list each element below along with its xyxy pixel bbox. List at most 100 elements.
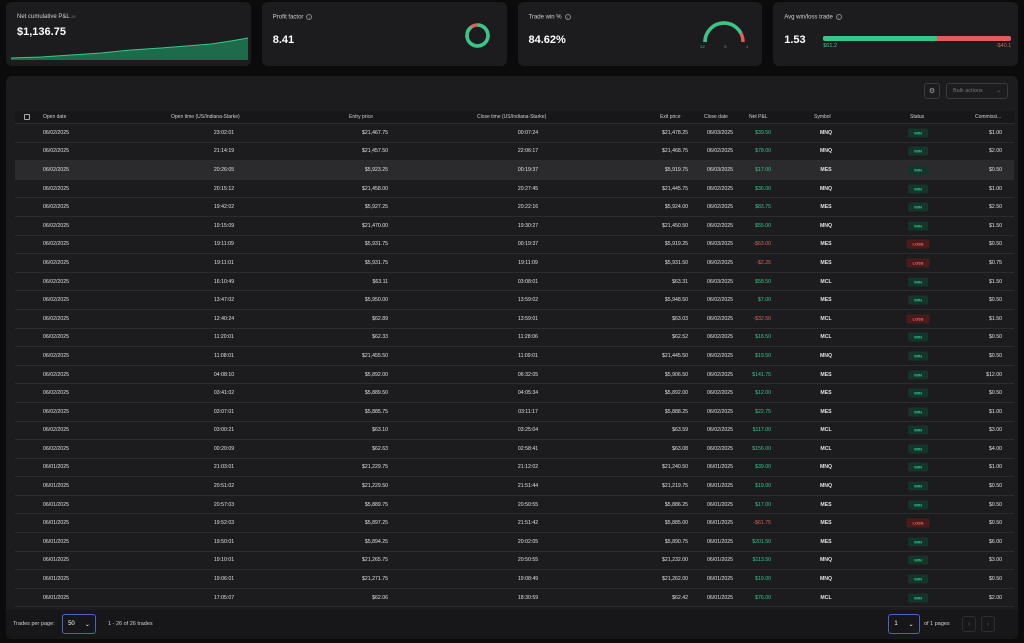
table-row[interactable]: 06/01/2025 17:05:07 $62.06 18:30:59 $62.42 06… bbox=[15, 589, 1014, 608]
per-page-label: Trades per page: bbox=[13, 621, 55, 627]
symbol-cell: MES bbox=[820, 204, 832, 211]
table-row[interactable]: 06/02/2025 19:11:01 $5,931.75 19:11:09 $5,93… bbox=[15, 254, 1014, 273]
status-badge: WIN bbox=[908, 332, 928, 342]
table-row[interactable]: 06/02/2025 13:47:02 $5,950.00 13:59:02 $5,94… bbox=[15, 291, 1014, 310]
close-date-cell: 06/03/2025 bbox=[707, 129, 733, 136]
entry-price-cell: $5,889.75 bbox=[364, 501, 388, 508]
open-time-cell: 00:20:09 bbox=[213, 445, 235, 452]
close-time-cell: 02:58:41 bbox=[517, 445, 539, 452]
open-time-cell: 20:51:02 bbox=[213, 483, 235, 490]
close-time-cell: 13:59:02 bbox=[517, 297, 539, 304]
net-pnl-cell: $76.00 bbox=[755, 594, 771, 601]
close-date-cell: 06/02/2025 bbox=[707, 315, 733, 322]
open-date-cell: 06/02/2025 bbox=[43, 259, 69, 266]
commission-cell: $2.00 bbox=[989, 148, 1002, 155]
table-row[interactable]: 06/02/2025 20:26:05 $5,923.25 00:19:37 $5,91… bbox=[15, 161, 1014, 180]
entry-price-cell: $21,470.00 bbox=[362, 222, 388, 229]
table-settings-button[interactable]: ⚙ bbox=[924, 83, 940, 99]
table-row[interactable]: 06/01/2025 19:06:01 $21,271.75 19:08:49 $21,… bbox=[15, 570, 1014, 589]
table-row[interactable]: 06/02/2025 16:10:49 $63.11 03:08:01 $63.31 06… bbox=[15, 273, 1014, 292]
entry-price-cell: $21,229.75 bbox=[362, 464, 388, 471]
win-bar-fill bbox=[823, 36, 937, 41]
table-row[interactable]: 06/02/2025 03:07:01 $5,885.75 03:11:17 $5,88… bbox=[15, 403, 1014, 422]
table-row[interactable]: 06/02/2025 11:20:01 $62.33 11:28:06 $62.52 06… bbox=[15, 329, 1014, 348]
table-row[interactable]: 06/01/2025 19:50:01 $5,894.25 20:02:05 $5,89… bbox=[15, 533, 1014, 552]
table-row[interactable]: 06/02/2025 20:15:12 $21,458.00 20:27:45 $21,… bbox=[15, 180, 1014, 199]
status-badge: WIN bbox=[908, 295, 928, 305]
open-time-cell: 19:11:09 bbox=[214, 241, 234, 248]
bulk-actions-button[interactable]: Bulk actions ⌄ bbox=[946, 83, 1008, 99]
table-row[interactable]: 06/01/2025 19:10:01 $21,265.75 20:50:55 $21,… bbox=[15, 552, 1014, 571]
close-time-cell: 20:22:16 bbox=[517, 204, 539, 211]
close-time-cell: 00:19:37 bbox=[517, 241, 539, 248]
page-select[interactable]: 1 ⌄ bbox=[888, 614, 920, 634]
symbol-cell: MES bbox=[820, 259, 832, 266]
chevron-down-icon: ⌄ bbox=[84, 621, 90, 628]
table-row[interactable]: 06/02/2025 04:08:10 $5,892.00 06:32:05 $5,90… bbox=[15, 366, 1014, 385]
commission-cell: $0.50 bbox=[989, 501, 1002, 508]
col-close-time[interactable]: Close time (US/Indiana-Starke) bbox=[477, 114, 546, 120]
commission-cell: $6.00 bbox=[989, 538, 1002, 545]
info-icon[interactable]: i bbox=[564, 14, 571, 20]
table-row[interactable]: 06/02/2025 03:41:02 $5,889.50 04:05:34 $5,89… bbox=[15, 384, 1014, 403]
col-net-pnl[interactable]: Net P&L bbox=[749, 114, 768, 120]
symbol-cell: MCL bbox=[820, 334, 832, 341]
open-date-cell: 06/02/2025 bbox=[43, 204, 69, 211]
table-row[interactable]: 06/02/2025 21:14:19 $21,457.50 22:06:17 $21,… bbox=[15, 143, 1014, 162]
col-commission[interactable]: Commissi... bbox=[975, 114, 1001, 120]
symbol-cell: MNQ bbox=[819, 483, 833, 490]
next-page-button[interactable]: › bbox=[981, 616, 995, 632]
net-pnl-cell: $19.00 bbox=[755, 483, 771, 490]
exit-price-cell: $5,886.25 bbox=[664, 501, 688, 508]
page-value: 1 bbox=[894, 621, 898, 627]
close-time-cell: 20:50:55 bbox=[517, 557, 539, 564]
net-pnl-cell: $19.50 bbox=[755, 352, 771, 359]
prev-page-button[interactable]: ‹ bbox=[962, 616, 976, 632]
net-pnl-cell: $39.00 bbox=[755, 464, 771, 471]
entry-price-cell: $21,265.75 bbox=[362, 557, 388, 564]
net-pnl-cell: -$61.75 bbox=[753, 520, 771, 527]
select-all-checkbox[interactable] bbox=[24, 114, 30, 120]
table-row[interactable]: 06/02/2025 19:15:09 $21,470.00 19:30:27 $21,… bbox=[15, 217, 1014, 236]
table-row[interactable]: 06/02/2025 00:20:09 $62.63 02:58:41 $63.08 06… bbox=[15, 440, 1014, 459]
close-time-cell: 19:11:09 bbox=[518, 259, 538, 266]
table-row[interactable]: 06/02/2025 03:00:21 $63.10 03:25:04 $63.59 06… bbox=[15, 422, 1014, 441]
close-time-cell: 18:30:59 bbox=[517, 594, 539, 601]
col-entry-price[interactable]: Entry price bbox=[349, 114, 373, 120]
open-date-cell: 06/02/2025 bbox=[43, 278, 69, 285]
entry-price-cell: $5,931.75 bbox=[364, 259, 388, 266]
symbol-cell: MCL bbox=[820, 594, 832, 601]
range-text: 1 - 26 of 26 trades bbox=[108, 621, 153, 627]
info-icon[interactable]: i bbox=[835, 14, 842, 20]
col-status[interactable]: Status bbox=[910, 114, 924, 120]
entry-price-cell: $5,892.00 bbox=[364, 371, 388, 378]
trade-win-value: 84.62% bbox=[528, 34, 566, 46]
col-close-date[interactable]: Close date bbox=[704, 114, 728, 120]
table-row[interactable]: 06/01/2025 19:52:03 $5,897.25 21:51:42 $5,88… bbox=[15, 514, 1014, 534]
open-time-cell: 19:11:01 bbox=[214, 259, 234, 266]
close-date-cell: 06/01/2025 bbox=[707, 576, 733, 583]
col-open-time[interactable]: Open time (US/Indiana-Starke) bbox=[171, 114, 240, 120]
table-row[interactable]: 06/01/2025 20:57:03 $5,889.75 20:50:55 $5,88… bbox=[15, 496, 1014, 515]
col-open-date[interactable]: Open date bbox=[43, 114, 66, 120]
table-row[interactable]: 06/01/2025 20:51:02 $21,229.50 21:51:44 $21,… bbox=[15, 477, 1014, 496]
close-time-cell: 13:59:01 bbox=[517, 315, 539, 322]
info-icon[interactable]: i bbox=[306, 14, 313, 20]
open-time-cell: 21:03:01 bbox=[213, 464, 235, 471]
col-symbol[interactable]: Symbol bbox=[814, 114, 831, 120]
table-row[interactable]: 06/02/2025 23:02:01 $21,467.75 00:07:24 $21,… bbox=[15, 124, 1014, 143]
net-pnl-cell: -$63.00 bbox=[753, 241, 771, 248]
symbol-cell: MCL bbox=[820, 315, 832, 322]
table-row[interactable]: 06/02/2025 19:42:02 $5,927.25 20:22:16 $5,92… bbox=[15, 198, 1014, 217]
col-exit-price[interactable]: Exit price bbox=[660, 114, 681, 120]
chevron-down-icon: ⌄ bbox=[996, 88, 1001, 94]
net-pnl-cell: $141.75 bbox=[752, 371, 771, 378]
table-row[interactable]: 06/02/2025 19:11:09 $5,931.75 00:19:37 $5,91… bbox=[15, 236, 1014, 255]
per-page-select[interactable]: 50 ⌄ bbox=[62, 614, 96, 634]
bulk-actions-label: Bulk actions bbox=[953, 88, 983, 94]
table-row[interactable]: 06/02/2025 12:40:24 $62.89 13:59:01 $63.03 06… bbox=[15, 310, 1014, 329]
table-row[interactable]: 06/02/2025 11:08:01 $21,455.50 11:09:01 $21,… bbox=[15, 347, 1014, 366]
status-badge: WIN bbox=[908, 500, 928, 510]
table-row[interactable]: 06/01/2025 21:03:01 $21,229.75 21:12:02 $21,… bbox=[15, 459, 1014, 478]
open-date-cell: 06/02/2025 bbox=[43, 185, 69, 192]
